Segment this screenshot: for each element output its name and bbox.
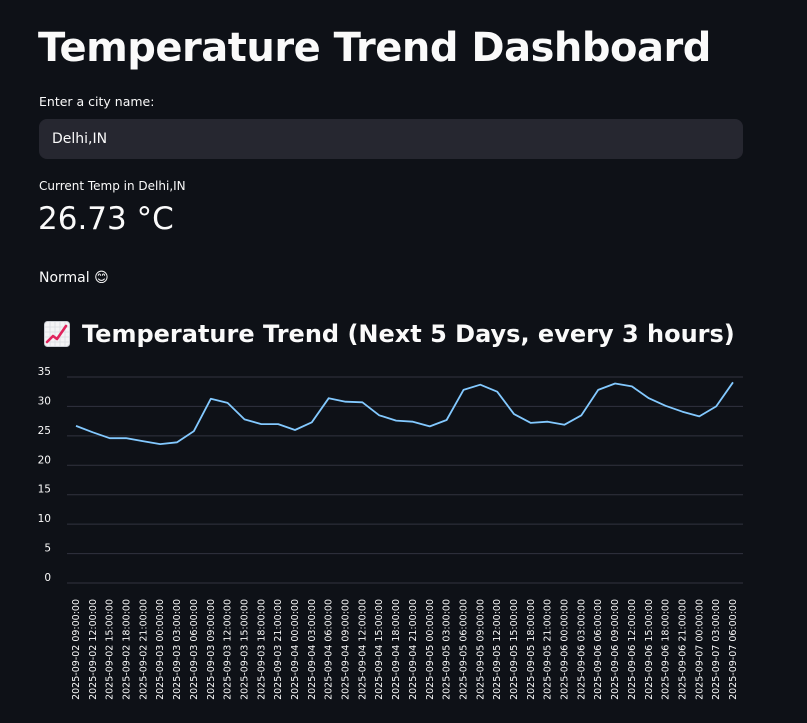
x-tick-label: 2025-09-05 03:00:00 — [442, 599, 453, 700]
x-tick-label: 2025-09-03 18:00:00 — [256, 599, 267, 700]
y-tick-label: 10 — [38, 513, 51, 525]
temperature-line — [75, 381, 734, 445]
y-tick-label: 25 — [38, 425, 51, 437]
y-tick-label: 30 — [38, 395, 51, 407]
x-tick-label: 2025-09-07 06:00:00 — [728, 599, 739, 700]
x-tick-label: 2025-09-03 15:00:00 — [239, 599, 250, 700]
x-tick-label: 2025-09-02 15:00:00 — [105, 599, 116, 700]
x-tick-label: 2025-09-04 21:00:00 — [408, 599, 419, 700]
x-tick-label: 2025-09-05 09:00:00 — [475, 599, 486, 700]
status-text: Normal 😊 — [39, 270, 109, 286]
chart-grid — [67, 376, 743, 584]
x-tick-label: 2025-09-03 06:00:00 — [189, 599, 200, 700]
x-tick-label: 2025-09-04 06:00:00 — [324, 599, 335, 700]
x-tick-label: 2025-09-04 09:00:00 — [341, 599, 352, 700]
x-tick-label: 2025-09-04 03:00:00 — [307, 599, 318, 700]
x-tick-label: 2025-09-06 09:00:00 — [610, 599, 621, 700]
x-tick-label: 2025-09-06 06:00:00 — [593, 599, 604, 700]
x-tick-label: 2025-09-02 18:00:00 — [122, 599, 133, 700]
x-tick-label: 2025-09-05 00:00:00 — [425, 599, 436, 700]
x-tick-label: 2025-09-03 09:00:00 — [206, 599, 217, 700]
current-temp-value: 26.73 °C — [38, 201, 174, 237]
y-axis-ticks: 0 5 10 15 20 25 30 35 — [38, 366, 51, 584]
x-tick-label: 2025-09-03 03:00:00 — [172, 599, 183, 700]
x-tick-label: 2025-09-04 12:00:00 — [357, 599, 368, 700]
x-tick-label: 2025-09-03 21:00:00 — [273, 599, 284, 700]
x-tick-label: 2025-09-02 12:00:00 — [88, 599, 99, 700]
x-tick-label: 2025-09-06 12:00:00 — [627, 599, 638, 700]
city-input-label: Enter a city name: — [39, 94, 155, 109]
y-tick-label: 15 — [38, 484, 51, 496]
x-tick-label: 2025-09-05 06:00:00 — [458, 599, 469, 700]
x-tick-label: 2025-09-06 15:00:00 — [644, 599, 655, 700]
y-tick-label: 20 — [38, 454, 51, 466]
x-tick-label: 2025-09-02 09:00:00 — [71, 599, 82, 700]
chart-points — [75, 382, 734, 445]
y-tick-label: 35 — [38, 366, 51, 378]
current-temp-label: Current Temp in Delhi,IN — [39, 179, 186, 193]
city-input[interactable] — [39, 119, 743, 159]
temperature-trend-chart: 05101520253035 2025-09-02 09:00:00 2025-0… — [38, 366, 743, 700]
page-title: Temperature Trend Dashboard — [38, 25, 711, 71]
x-tick-label: 2025-09-05 18:00:00 — [526, 599, 537, 700]
x-tick-label: 2025-09-02 21:00:00 — [138, 599, 149, 700]
section-heading: Temperature Trend (Next 5 Days, every 3 … — [44, 320, 735, 348]
x-tick-label: 2025-09-06 21:00:00 — [677, 599, 688, 700]
x-axis-ticks: 2025-09-02 09:00:00 2025-09-02 12:00:00 20… — [71, 599, 739, 700]
x-tick-label: 2025-09-07 00:00:00 — [694, 599, 705, 700]
x-tick-label: 2025-09-04 00:00:00 — [290, 599, 301, 700]
x-tick-label: 2025-09-05 21:00:00 — [543, 599, 554, 700]
x-tick-label: 2025-09-06 03:00:00 — [576, 599, 587, 700]
x-tick-label: 2025-09-04 18:00:00 — [391, 599, 402, 700]
x-tick-label: 2025-09-06 18:00:00 — [661, 599, 672, 700]
y-tick-label: 0 — [44, 572, 51, 584]
x-tick-label: 2025-09-03 12:00:00 — [223, 599, 234, 700]
x-tick-label: 2025-09-05 15:00:00 — [509, 599, 520, 700]
x-tick-label: 2025-09-07 03:00:00 — [711, 599, 722, 700]
section-heading-text: Temperature Trend (Next 5 Days, every 3 … — [82, 320, 735, 348]
x-tick-label: 2025-09-06 00:00:00 — [560, 599, 571, 700]
x-tick-label: 2025-09-04 15:00:00 — [374, 599, 385, 700]
y-tick-label: 5 — [44, 543, 51, 555]
x-tick-label: 2025-09-03 00:00:00 — [155, 599, 166, 700]
x-tick-label: 2025-09-05 12:00:00 — [492, 599, 503, 700]
chart-increasing-icon — [44, 321, 70, 347]
